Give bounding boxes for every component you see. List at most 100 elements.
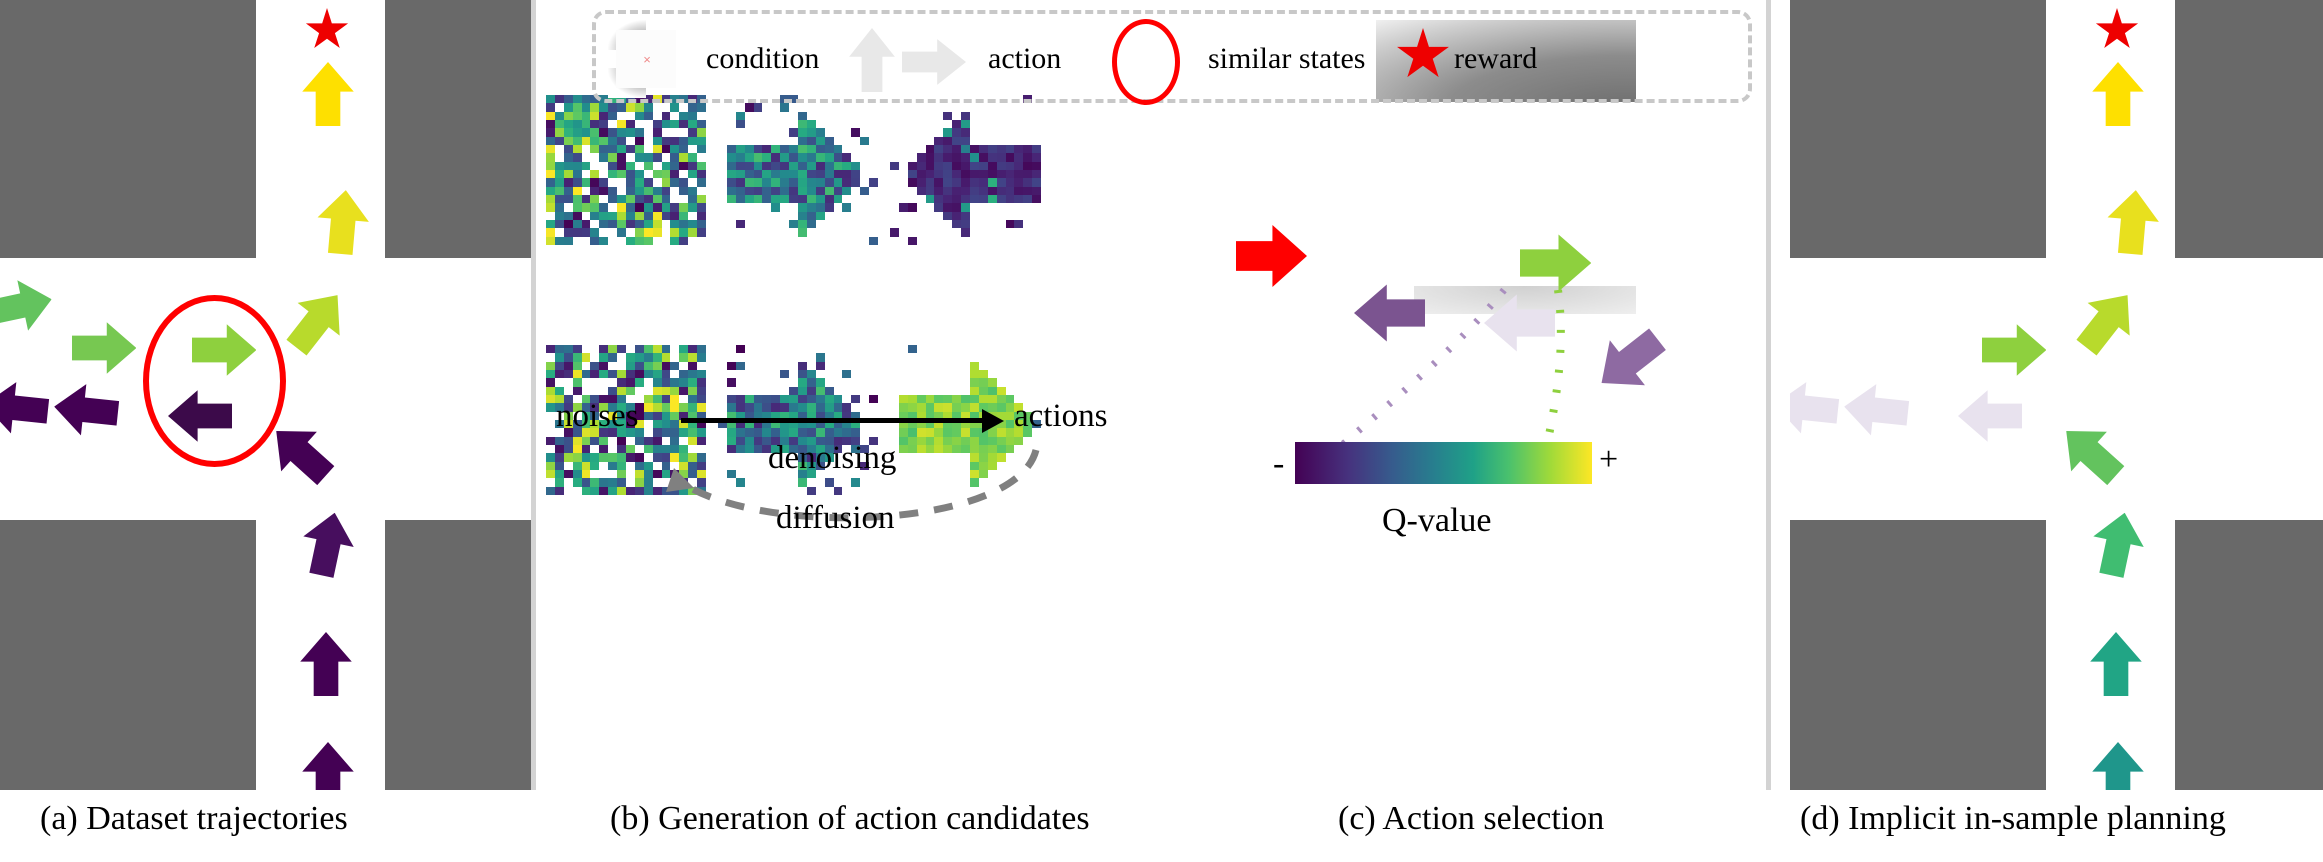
grid-cell — [718, 136, 727, 145]
grid-cell — [934, 403, 944, 412]
grid-cell — [1023, 178, 1033, 187]
grid-cell — [890, 236, 899, 245]
grid-cell — [608, 478, 618, 487]
grid-cell — [563, 111, 573, 120]
grid-cell — [842, 203, 852, 212]
grid-cell — [617, 169, 626, 179]
grid-cell — [762, 161, 772, 170]
grid-cell — [996, 228, 1006, 237]
grid-cell — [652, 345, 662, 354]
grid-cell — [798, 203, 807, 212]
grid-cell — [688, 228, 698, 237]
grid-cell — [970, 111, 979, 120]
grid-cell — [771, 236, 781, 245]
grid-cell — [987, 394, 997, 404]
grid-cell — [1032, 345, 1042, 354]
grid-cell — [860, 144, 870, 154]
grid-cell — [1041, 203, 1050, 212]
grid-cell — [851, 128, 861, 137]
grid-cell — [1023, 228, 1033, 237]
grid-cell — [978, 361, 988, 370]
grid-cell — [679, 178, 689, 187]
grid-cell — [554, 219, 564, 229]
grid-cell — [970, 211, 979, 220]
grid-cell — [617, 136, 626, 145]
grid-cell — [934, 128, 944, 137]
grid-cell — [1032, 219, 1042, 229]
grid-cell — [1032, 103, 1042, 112]
grid-cell — [943, 378, 953, 387]
grid-cell — [952, 403, 962, 412]
grid-cell — [1041, 353, 1050, 362]
grid-cell — [1041, 378, 1050, 387]
grid-cell — [652, 236, 662, 245]
grid-cell — [546, 128, 555, 137]
grid-cell — [943, 345, 953, 354]
grid-cell — [652, 228, 662, 237]
grid-cell — [851, 211, 861, 220]
grid-cell — [581, 128, 591, 137]
grid-cell — [860, 428, 870, 437]
grid-cell — [943, 211, 953, 220]
grid-cell — [970, 136, 979, 145]
grid-cell — [572, 469, 582, 479]
grid-cell — [572, 378, 582, 387]
grid-cell — [652, 128, 662, 137]
grid-cell — [1032, 128, 1042, 137]
grid-cell — [1005, 161, 1015, 170]
grid-cell — [824, 353, 834, 362]
grid-cell — [815, 169, 825, 179]
grid-cell — [599, 461, 609, 470]
grid-cell — [798, 194, 807, 204]
grid-cell — [652, 136, 662, 145]
grid-cell — [735, 386, 745, 395]
grid-cell — [1005, 219, 1015, 229]
grid-cell — [961, 394, 970, 404]
grid-cell — [590, 203, 600, 212]
grid-cell — [961, 103, 970, 112]
grid-cell — [608, 486, 618, 495]
grid-cell — [546, 361, 555, 370]
grid-cell — [970, 403, 979, 412]
grid-cell — [626, 128, 635, 137]
grid-cell — [943, 194, 953, 204]
action-arrow-up — [2090, 742, 2146, 790]
grid-cell — [824, 136, 834, 145]
grid-cell — [842, 386, 852, 395]
legend-label-action: action — [988, 42, 1062, 75]
grid-cell — [961, 219, 970, 229]
grid-cell — [546, 486, 555, 495]
grid-cell — [1032, 211, 1042, 220]
grid-cell — [572, 436, 582, 445]
grid-cell — [815, 219, 825, 229]
grid-cell — [726, 403, 736, 412]
grid-cell — [824, 428, 834, 437]
grid-cell — [679, 103, 689, 112]
grid-cell — [1005, 103, 1015, 112]
grid-cell — [572, 228, 582, 237]
grid-cell — [898, 161, 908, 170]
grid-cell — [952, 353, 962, 362]
grid-cell — [546, 228, 555, 237]
grid-cell — [563, 219, 573, 229]
grid-cell — [890, 228, 899, 237]
grid-cell — [789, 378, 798, 387]
grid-cell — [581, 386, 591, 395]
grid-cell — [869, 428, 878, 437]
panel-implicit-in-sample-planning — [1790, 0, 2323, 790]
action-arrow-up — [300, 742, 356, 790]
grid-cell — [563, 153, 573, 162]
grid-cell — [806, 428, 816, 437]
grid-cell — [581, 453, 591, 462]
grid-cell — [762, 219, 772, 229]
grid-cell — [679, 228, 689, 237]
grid-cell — [554, 386, 564, 395]
grid-cell — [554, 461, 564, 470]
grid-cell — [1023, 219, 1033, 229]
grid-cell — [952, 203, 962, 212]
grid-cell — [842, 136, 852, 145]
grid-cell — [1005, 169, 1015, 179]
grid-cell — [590, 444, 600, 454]
grid-cell — [833, 136, 843, 145]
grid-cell — [815, 111, 825, 120]
